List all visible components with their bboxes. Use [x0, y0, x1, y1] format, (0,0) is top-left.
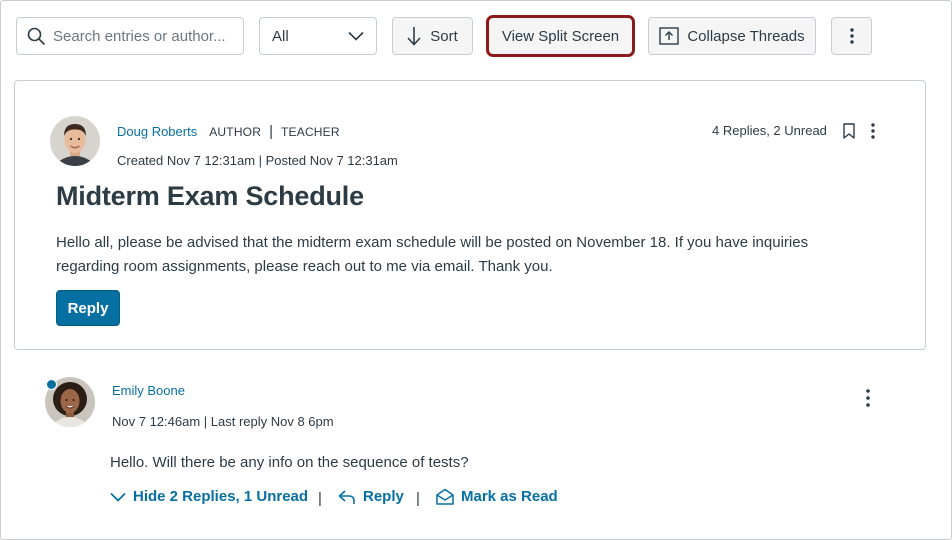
mark-as-read-button[interactable]: Mark as Read: [436, 488, 558, 505]
sort-button[interactable]: Sort: [392, 17, 473, 55]
role-author-badge: AUTHOR: [209, 124, 262, 139]
post-body: Hello all, please be advised that the mi…: [56, 234, 809, 275]
envelope-open-icon: [436, 488, 454, 505]
entry-body: Hello. Will there be any info on the seq…: [110, 454, 469, 471]
reply-button[interactable]: Reply: [56, 290, 120, 326]
hide-replies-button[interactable]: Hide 2 Replies, 1 Unread: [110, 488, 308, 505]
unread-indicator: [46, 379, 57, 390]
bookmark-button[interactable]: [843, 123, 855, 144]
entry-reply-button[interactable]: Reply: [338, 488, 404, 505]
post-author-line: Doug Roberts AUTHOR | TEACHER: [117, 123, 340, 140]
more-vertical-icon: [849, 28, 854, 44]
collapse-threads-button[interactable]: Collapse Threads: [648, 17, 816, 55]
filter-select[interactable]: All: [259, 17, 377, 55]
view-split-screen-label: View Split Screen: [501, 27, 620, 45]
page-title: Midterm Exam Schedule: [56, 181, 364, 211]
entry-author-link[interactable]: Emily Boone: [112, 383, 185, 398]
search-icon: [27, 27, 45, 45]
reply-arrow-icon: [338, 489, 355, 504]
author-name-link[interactable]: Doug Roberts: [117, 124, 197, 139]
more-vertical-icon: [866, 389, 870, 407]
avatar[interactable]: [50, 116, 100, 166]
entry-reply-label: Reply: [363, 488, 404, 505]
view-split-screen-button[interactable]: View Split Screen: [488, 17, 633, 55]
entry-dates: Nov 7 12:46am | Last reply Nov 8 6pm: [112, 414, 334, 429]
sort-button-label: Sort: [430, 27, 458, 45]
search-box[interactable]: [16, 17, 244, 55]
collapse-threads-label: Collapse Threads: [687, 27, 805, 45]
entry-more-button[interactable]: [866, 389, 870, 412]
chevron-down-icon: [348, 31, 364, 41]
collapse-icon: [659, 27, 680, 45]
role-separator: |: [269, 123, 273, 140]
post-dates: Created Nov 7 12:31am | Posted Nov 7 12:…: [117, 153, 398, 168]
arrow-down-icon: [407, 27, 421, 46]
filter-select-value: All: [272, 27, 289, 45]
reply-summary: 4 Replies, 2 Unread: [712, 123, 827, 138]
more-vertical-icon: [871, 123, 875, 139]
bookmark-icon: [843, 123, 855, 139]
search-input[interactable]: [53, 27, 243, 45]
chevron-down-icon: [110, 492, 126, 502]
mark-as-read-label: Mark as Read: [461, 488, 558, 505]
post-more-button[interactable]: [871, 123, 875, 144]
toolbar-more-button[interactable]: [831, 17, 872, 55]
hide-replies-label: Hide 2 Replies, 1 Unread: [133, 488, 309, 505]
action-separator: |: [318, 490, 322, 507]
action-separator: |: [416, 490, 420, 507]
role-teacher-badge: TEACHER: [281, 124, 340, 139]
discussion-topic-card: Doug Roberts AUTHOR | TEACHER Created No…: [14, 80, 926, 350]
